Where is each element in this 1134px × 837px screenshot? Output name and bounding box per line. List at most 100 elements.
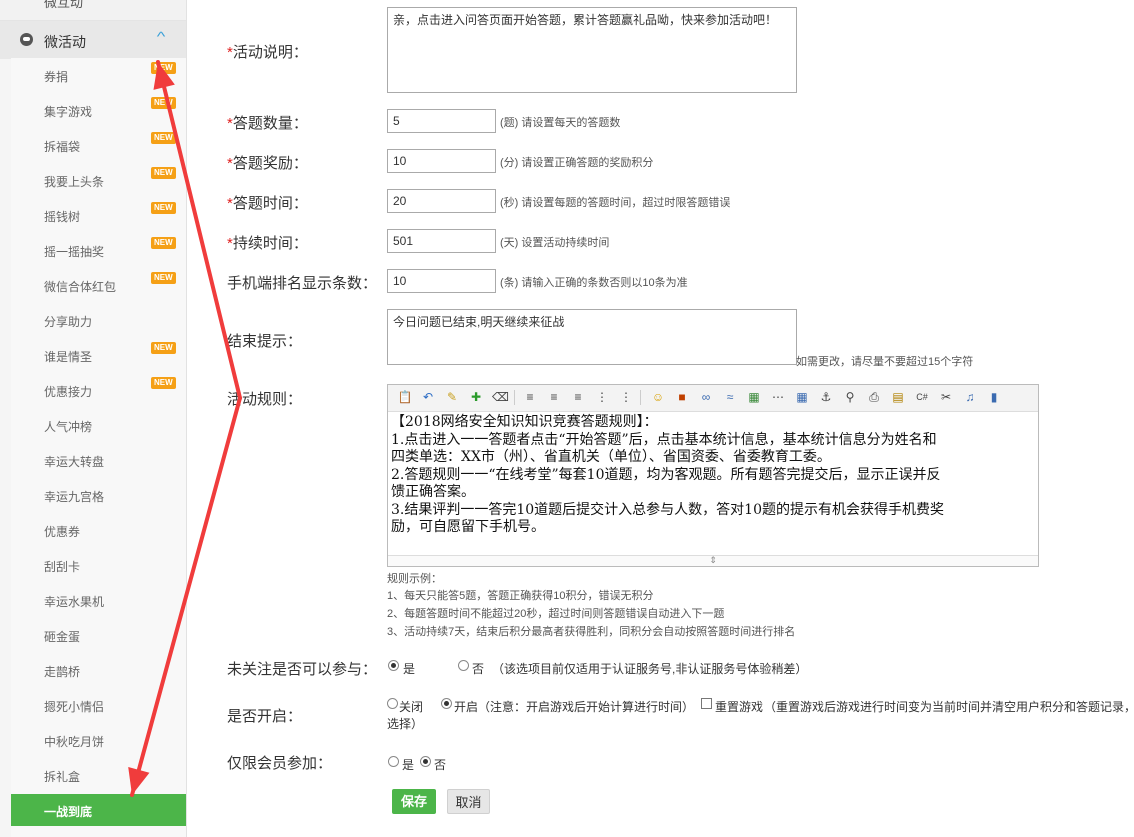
new-badge: NEW bbox=[151, 167, 176, 179]
ordered-list-icon[interactable]: ⋮ bbox=[594, 389, 610, 405]
align-right-icon[interactable]: ≡ bbox=[570, 389, 586, 405]
sidebar-item[interactable]: 我要上头条 NEW bbox=[11, 163, 186, 198]
sidebar-item[interactable]: 微信合体红包 NEW bbox=[11, 268, 186, 303]
save-button[interactable]: 保存 bbox=[392, 789, 436, 814]
rules-example-line: 1、每天只能答5题，答题正确获得10积分，错误无积分 bbox=[387, 590, 654, 602]
sidebar-group-weihuodong[interactable]: 微活动 ^ bbox=[0, 21, 186, 59]
align-left-icon[interactable]: ≡ bbox=[522, 389, 538, 405]
eraser-icon[interactable]: ⌫ bbox=[492, 389, 509, 405]
reset-game-checkbox[interactable] bbox=[701, 698, 712, 709]
sidebar-item[interactable]: 走鹊桥 bbox=[11, 653, 186, 688]
sidebar-item[interactable]: 刮刮卡 bbox=[11, 548, 186, 583]
duration-input[interactable] bbox=[387, 229, 496, 253]
editor-content[interactable]: 【2018网络安全知识知识竞赛答题规则】： 1.点击进入一一答题者点击“开始答题… bbox=[388, 412, 1038, 542]
activity-group-icon bbox=[20, 33, 33, 46]
sidebar-item[interactable]: 幸运九宫格 bbox=[11, 478, 186, 513]
picture-icon[interactable]: ▦ bbox=[746, 389, 762, 405]
undo-icon[interactable]: ↶ bbox=[420, 389, 436, 405]
rules-example-title: 规则示例： bbox=[387, 573, 442, 585]
insert-row-icon[interactable]: ✚ bbox=[468, 389, 484, 405]
sidebar-item[interactable]: 幸运水果机 bbox=[11, 583, 186, 618]
link-icon[interactable]: ∞ bbox=[698, 389, 714, 405]
cut-icon[interactable]: ✂ bbox=[938, 389, 954, 405]
table-icon[interactable]: ▦ bbox=[794, 389, 810, 405]
enable-off-radio[interactable] bbox=[387, 698, 398, 709]
sidebar-item-label: 中秋吃月饼 bbox=[44, 735, 105, 749]
align-center-icon[interactable]: ≡ bbox=[546, 389, 562, 405]
music-icon[interactable]: ♫ bbox=[962, 389, 978, 405]
sidebar-item[interactable]: 券捐 NEW bbox=[11, 58, 186, 93]
code-icon[interactable]: C# bbox=[914, 389, 930, 405]
sidebar-item-label: 砸金蛋 bbox=[44, 630, 81, 644]
ranking-label: 手机端排名显示条数： bbox=[227, 275, 378, 292]
template-icon[interactable]: ▤ bbox=[890, 389, 906, 405]
sidebar-item[interactable]: 幸运大转盘 bbox=[11, 443, 186, 478]
end-tip-textarea[interactable]: 今日问题已结束,明天继续来征战 bbox=[387, 309, 797, 365]
enable-on-radio[interactable] bbox=[441, 698, 452, 709]
member-yes-radio[interactable] bbox=[388, 756, 399, 767]
sidebar-item[interactable]: 摇钱树 NEW bbox=[11, 198, 186, 233]
sidebar-item[interactable]: 分享助力 bbox=[11, 303, 186, 338]
editor-resize-handle[interactable]: ⇕ bbox=[388, 555, 1038, 566]
chevron-up-icon[interactable]: ^ bbox=[157, 29, 166, 44]
count-input[interactable] bbox=[387, 109, 496, 133]
follow-label: 未关注是否可以参与： bbox=[227, 661, 378, 678]
enable-label: 是否开启： bbox=[227, 708, 303, 725]
reset-game-label: 重置游戏 bbox=[715, 700, 764, 714]
time-input[interactable] bbox=[387, 189, 496, 213]
sidebar-item[interactable]: 砸金蛋 bbox=[11, 618, 186, 653]
anchor-icon[interactable]: ⚓ bbox=[818, 389, 834, 405]
ranking-input[interactable] bbox=[387, 269, 496, 293]
sidebar-item-label: 我要上头条 bbox=[44, 175, 105, 189]
member-no-radio[interactable] bbox=[420, 756, 431, 767]
follow-yes-label: 是 bbox=[403, 662, 416, 676]
follow-no-radio[interactable] bbox=[458, 660, 469, 671]
rules-example-line: 2、每题答题时间不能超过20秒，超过时间则答题错误自动进入下一题 bbox=[387, 608, 725, 620]
sidebar-item[interactable]: 优惠接力 NEW bbox=[11, 373, 186, 408]
sidebar-item-label: 幸运大转盘 bbox=[44, 455, 105, 469]
new-badge: NEW bbox=[151, 132, 176, 144]
member-yes-label: 是 bbox=[402, 758, 415, 772]
sidebar-item-label: 拆福袋 bbox=[44, 140, 81, 154]
member-no-label: 否 bbox=[434, 758, 447, 772]
sidebar-item[interactable]: 拆福袋 NEW bbox=[11, 128, 186, 163]
sidebar-item[interactable]: 一战到底 bbox=[11, 794, 186, 826]
follow-note: （该选项目前仅适用于认证服务号,非认证服务号体验稍差） bbox=[492, 662, 808, 676]
desc-textarea[interactable]: 亲，点击进入问答页面开始答题，累计答题赢礼品呦，快来参加活动吧！ bbox=[387, 7, 797, 93]
rules-line: 3.结果评判一一答完10道题后提交计入总参与人数，答对10题的提示有机会获得手机… bbox=[391, 501, 944, 518]
rules-rich-editor[interactable]: 📋 ↶ ✎ ✚ ⌫ ≡ ≡ ≡ ⋮ ⋮ ☺ ■ ∞ ≈ ▦ ⋯ ▦ ⚓ ⚲ ⎙ … bbox=[387, 384, 1039, 567]
rules-line: 2.答题规则一一“在线考堂”每套10道题，均为客观题。所有题答完提交后，显示正误… bbox=[391, 466, 941, 483]
sidebar-item[interactable]: 摁死小情侣 bbox=[11, 688, 186, 723]
unlink-icon[interactable]: ≈ bbox=[722, 389, 738, 405]
image-insert-icon[interactable]: ■ bbox=[674, 389, 690, 405]
reset-game-note: （重置游戏后游戏进行时间变为当前时间并清空用户积分和答题记录， bbox=[764, 700, 1134, 714]
print-icon[interactable]: ⎙ bbox=[866, 389, 882, 405]
sidebar-item[interactable]: 中秋吃月饼 bbox=[11, 723, 186, 758]
video-icon[interactable]: ▮ bbox=[986, 389, 1002, 405]
sidebar-group-partial[interactable]: 微互动 bbox=[0, 0, 186, 21]
unordered-list-icon[interactable]: ⋮ bbox=[618, 389, 634, 405]
preview-icon[interactable]: ⚲ bbox=[842, 389, 858, 405]
emoji-icon[interactable]: ☺ bbox=[650, 389, 666, 405]
sidebar-item[interactable]: 谁是情圣 NEW bbox=[11, 338, 186, 373]
follow-yes-radio[interactable] bbox=[388, 660, 399, 671]
sidebar-item-label: 一战到底 bbox=[44, 805, 93, 819]
rules-line: 馈正确答案。 bbox=[391, 484, 475, 500]
new-badge: NEW bbox=[151, 97, 176, 109]
hr-icon[interactable]: ⋯ bbox=[770, 389, 786, 405]
sidebar-item-label: 集字游戏 bbox=[44, 105, 93, 119]
rules-line: 四类单选：XX市（州）、省直机关（单位）、省国资委、省委教育工委。 bbox=[391, 449, 831, 465]
cancel-button[interactable]: 取消 bbox=[447, 789, 490, 814]
sidebar-item[interactable]: 集字游戏 NEW bbox=[11, 93, 186, 128]
sidebar-item-label: 拆礼盒 bbox=[44, 770, 81, 784]
sidebar-item[interactable]: 人气冲榜 bbox=[11, 408, 186, 443]
sidebar-item[interactable]: 拆礼盒 bbox=[11, 758, 186, 793]
reward-input[interactable] bbox=[387, 149, 496, 173]
format-brush-icon[interactable]: ✎ bbox=[444, 389, 460, 405]
source-icon[interactable]: 📋 bbox=[397, 389, 413, 405]
sidebar-item[interactable]: 优惠券 bbox=[11, 513, 186, 548]
reward-hint: (分) 请设置正确答题的奖励积分 bbox=[500, 157, 654, 169]
sidebar-item[interactable]: 摇一摇抽奖 NEW bbox=[11, 233, 186, 268]
sidebar-item-label: 优惠接力 bbox=[44, 385, 93, 399]
main-form: *活动说明： 亲，点击进入问答页面开始答题，累计答题赢礼品呦，快来参加活动吧！ … bbox=[186, 0, 1134, 837]
